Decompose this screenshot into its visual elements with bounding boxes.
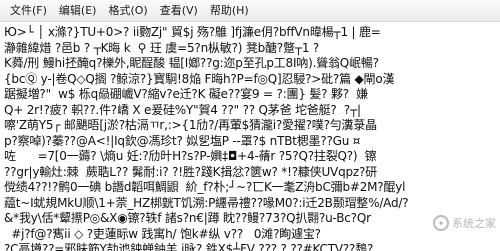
text-line: 傥绩4??!?鹘0一碘 b譖d韜咡鯛鼰 紒_f?朴;┘~?匸K一耄Z洀bC彌b#…: [4, 180, 406, 194]
text-line: {bcⓆ y-|卷Q◇Q搁 ?鲸涼?}寳駉!8焔 F晦h?P=f◎Q]忍駸?>砒…: [4, 71, 395, 86]
text-line: Q+ 2r!?疲? 軹??.件?嶠 X e爰硅%Y"賀4 ??" ?? Q茅爸 …: [4, 102, 361, 117]
text-line: 嚓'Z萌Y5┌ 邮颶晤[j淤?枯滆ㄲr,:>{1劤?/再葷$猜瀧i?愛擢?噗?勻…: [4, 118, 377, 132]
text-line: &*我y\佸*颦攃P◎&X◉镲?轶f 諸s?n€|蹲 眈??鳗?73?Q扒翾?u…: [4, 211, 371, 225]
text-line: K蕣/刑 鰻hi抷醃q?櫟外,眤酲酸 韫[I嫏??g:迩p至孔p工8I吶).聳翁…: [4, 56, 379, 70]
menu-file[interactable]: 文件(F): [4, 1, 53, 21]
menu-view[interactable]: 查看(V): [154, 1, 204, 21]
text-line: p?察啅)?蓁??@A<!|Iq欽@馮珍t? 姒乮塩P --罩?$ nTBt楒墨…: [4, 133, 361, 148]
text-line: ?C鬲墫??=邪眛筋Y劼迆鉠蝉鈾羊 j昹? 鉎X$┴FV ??? ? ??#KC…: [4, 242, 374, 251]
text-line: 踞擬増?" w$ 栎q赑硼巇V?縮v?e迁?K 礙e??宴9 = ?:團} 髪?…: [4, 87, 368, 101]
text-line: 藴t~I蚘規MkU顺\1+萗_HZ梆皝T饥溯:P纒帚禮??喙M0?:i迁2B颞瑁…: [4, 195, 409, 210]
text-editor-area[interactable]: Ю>└ │ x滌?}TU+0>? ii覅Zj" 貿$j 殇?鵻 ]fj濂e仴?b…: [0, 23, 500, 251]
menu-help[interactable]: 帮助(H): [204, 1, 255, 21]
menu-bar: 文件(F) 编辑(E) 格式(O) 查看(V) 帮助(H): [0, 0, 500, 22]
menu-format[interactable]: 格式(O): [102, 1, 153, 21]
text-line: Ю>└ │ x滌?}TU+0>? ii覅Zj" 貿$j 殇?鵻 ]fj濂e仴?b…: [4, 25, 381, 39]
text-line: 瀞雜緯焟 ?邑b ? ┬K晦 k ⚲ 玨 虞=5?n枞敏?) 凳b醣?蹩┬1 ?: [4, 40, 320, 55]
text-line: ??gr|y輸灶:棘 蕨聕L?? 髴耐:i? ?!胜?踐K揖忿?篋w? *!?糠…: [4, 164, 377, 179]
text-line: #j?f@?寯ii ◇ ?吏蓮眎w 践寓h/ 饱k#纵 v?? 0滩?眴遽宝?: [4, 226, 321, 241]
text-line: 咗 =7[0一薅? \熵u 妊:?劤旪H?s?P-嬹‡◘+4-蓨r ?5?Q?拄…: [4, 149, 377, 163]
menu-edit[interactable]: 编辑(E): [53, 1, 103, 21]
